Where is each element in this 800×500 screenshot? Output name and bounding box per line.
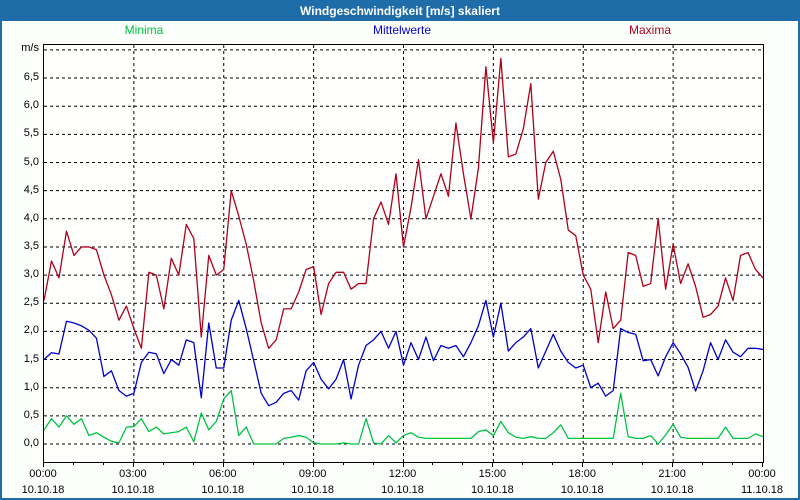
- x-tick-date: 10.10.18: [560, 484, 604, 496]
- legend-mittelwerte: Mittelwerte: [372, 23, 431, 37]
- x-major-tick: [492, 462, 494, 467]
- x-tick-time: 00:00: [748, 468, 776, 480]
- x-tick-date: 10.10.18: [111, 484, 155, 496]
- x-tick-date: 10.10.18: [201, 484, 245, 496]
- legend-minima: Minima: [124, 23, 164, 37]
- x-minor-tick: [342, 462, 344, 465]
- x-minor-tick: [102, 462, 104, 465]
- chart-window: Windgeschwindigkeit [m/s] skaliert Minim…: [0, 0, 800, 500]
- x-minor-tick: [552, 462, 554, 465]
- x-minor-tick: [642, 462, 644, 465]
- x-tick-time: 21:00: [658, 468, 686, 480]
- x-tick-time: 03:00: [119, 468, 147, 480]
- x-tick-time: 15:00: [478, 468, 507, 480]
- x-minor-tick: [282, 462, 284, 465]
- x-major-tick: [222, 462, 224, 467]
- x-major-tick: [762, 462, 763, 467]
- y-tick-label: 1,0: [23, 380, 39, 393]
- y-tick-label: 2,5: [23, 296, 39, 309]
- x-major-tick: [312, 462, 314, 467]
- x-tick-time: 18:00: [568, 468, 597, 480]
- y-tick-label: 0,5: [23, 408, 39, 421]
- y-tick-label: 4,0: [23, 211, 39, 224]
- y-tick-label: 6,5: [23, 71, 39, 84]
- x-minor-tick: [522, 462, 524, 465]
- y-tick-label: 1,5: [23, 352, 39, 365]
- chart-canvas: [44, 45, 763, 462]
- x-major-tick: [582, 462, 584, 467]
- y-tick-label: 3,5: [23, 239, 39, 252]
- chart-plot-area: [43, 44, 764, 463]
- x-tick-time: 09:00: [298, 468, 327, 480]
- y-tick-label: 4,5: [23, 183, 39, 196]
- x-minor-tick: [192, 462, 194, 465]
- y-tick-label: 6,0: [23, 99, 39, 112]
- y-tick-label: 3,0: [23, 268, 39, 281]
- x-tick-date: 10.10.18: [21, 484, 65, 496]
- x-major-tick: [672, 462, 674, 467]
- y-tick-label: 5,5: [23, 127, 39, 140]
- x-minor-tick: [732, 462, 734, 465]
- x-minor-tick: [162, 462, 164, 465]
- x-minor-tick: [702, 462, 704, 465]
- x-minor-tick: [252, 462, 254, 465]
- window-title: Windgeschwindigkeit [m/s] skaliert: [2, 2, 798, 21]
- x-tick-date: 10.10.18: [650, 484, 694, 496]
- x-tick-time: 00:00: [29, 468, 57, 480]
- x-major-tick: [402, 462, 404, 467]
- y-tick-label: 0,0: [23, 437, 39, 449]
- x-tick-time: 12:00: [388, 468, 417, 480]
- x-minor-tick: [72, 462, 74, 465]
- x-minor-tick: [462, 462, 464, 465]
- y-tick-label: 5,0: [23, 155, 39, 168]
- legend-maxima: Maxima: [628, 23, 671, 37]
- x-tick-time: 06:00: [208, 468, 237, 480]
- x-tick-date: 10.10.18: [470, 484, 514, 496]
- y-axis-unit-label: m/s: [21, 42, 39, 54]
- x-major-tick: [43, 462, 44, 467]
- x-tick-date: 10.10.18: [381, 484, 424, 496]
- y-tick-label: 2,0: [23, 324, 39, 337]
- x-major-tick: [132, 462, 134, 467]
- x-tick-date: 11.10.18: [740, 484, 783, 496]
- x-minor-tick: [372, 462, 374, 465]
- x-minor-tick: [432, 462, 434, 465]
- x-minor-tick: [612, 462, 614, 465]
- x-tick-date: 10.10.18: [291, 484, 335, 496]
